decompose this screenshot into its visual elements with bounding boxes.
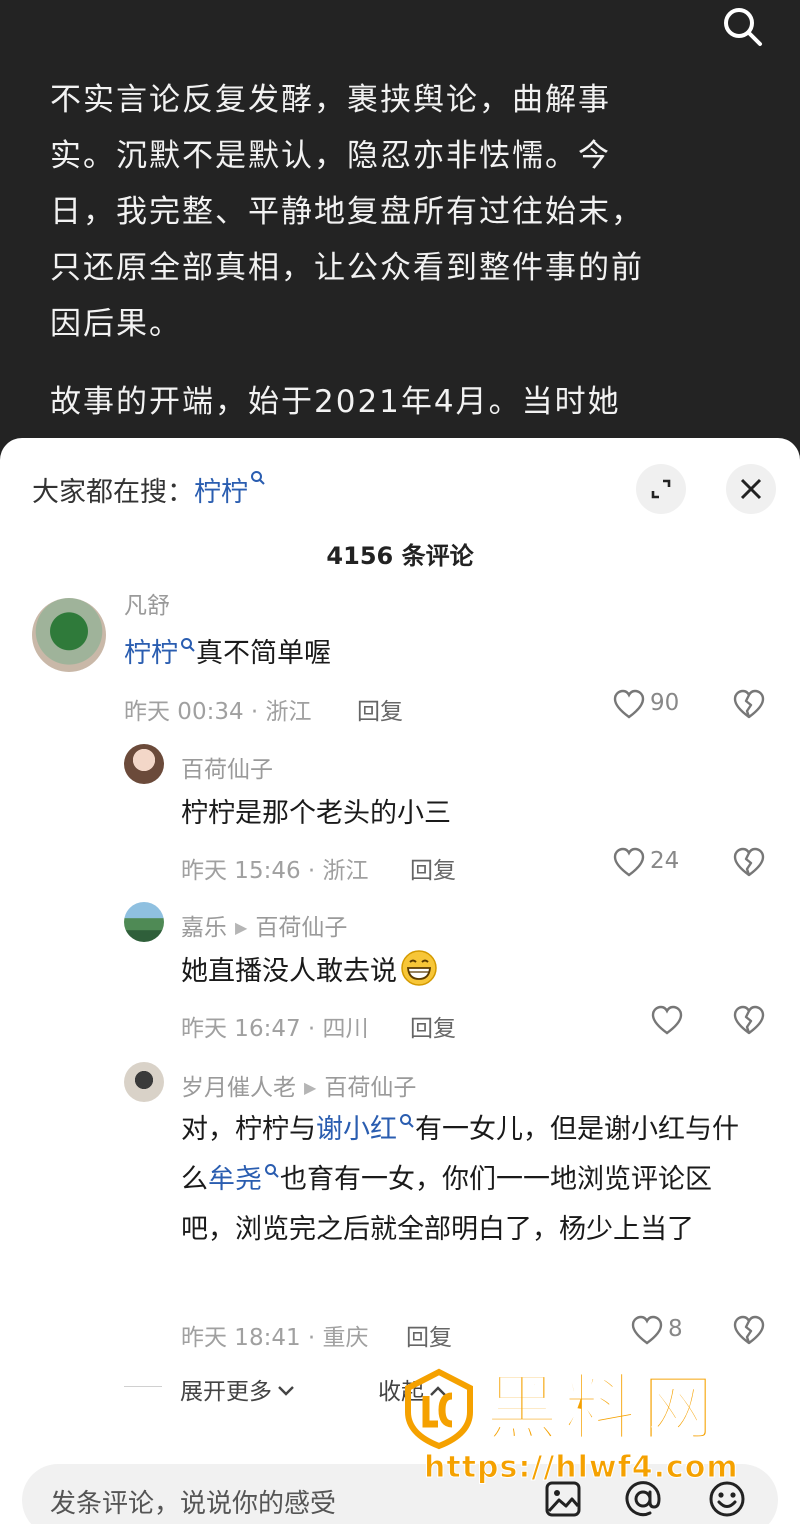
comment-text: 她直播没人敢去说 — [181, 947, 439, 997]
chevron-down-icon — [278, 1386, 294, 1396]
reply-button[interactable]: 回复 — [357, 692, 403, 726]
dislike-button[interactable] — [732, 1004, 766, 1038]
reply-arrow-icon: ▶ — [304, 1078, 317, 1097]
avatar[interactable] — [124, 744, 164, 784]
comment-keyword-link[interactable]: 柠柠 — [124, 638, 178, 669]
article-paragraph: 不实言论反复发酵，裹挟舆论，曲解事实。沉默不是默认，隐忍亦非怯懦。今日，我完整、… — [50, 82, 644, 342]
watermark-url: https://hlwf4.com — [424, 1450, 739, 1486]
reply-button[interactable]: 回复 — [410, 1009, 456, 1043]
comment-body: 她直播没人敢去说 — [181, 956, 397, 987]
comment-meta: 昨天 00:34 · 浙江 — [124, 699, 312, 725]
expand-icon — [651, 479, 671, 499]
search-link-icon — [265, 1164, 279, 1178]
close-button[interactable] — [726, 464, 776, 514]
avatar[interactable] — [32, 598, 106, 672]
like-count: 24 — [650, 848, 680, 874]
heart-icon — [613, 689, 645, 719]
sheet-header: 大家都在搜：柠柠 4156 条评论 — [0, 438, 800, 570]
comment-body-part: 对，柠柠与 — [181, 1114, 316, 1145]
broken-heart-icon — [733, 1315, 765, 1345]
comment-input-placeholder[interactable]: 发条评论，说说你的感受 — [50, 1483, 336, 1520]
comment-username[interactable]: 百荷仙子 — [181, 750, 273, 784]
comment-keyword-link[interactable]: 牟尧 — [208, 1164, 262, 1195]
like-button[interactable] — [650, 1004, 690, 1038]
page: 不实言论反复发酵，裹挟舆论，曲解事实。沉默不是默认，隐忍亦非怯懦。今日，我完整、… — [0, 0, 800, 1524]
reply-target[interactable]: 百荷仙子 — [255, 915, 347, 941]
article-area: 不实言论反复发酵，裹挟舆论，曲解事实。沉默不是默认，隐忍亦非怯懦。今日，我完整、… — [0, 0, 800, 470]
broken-heart-icon — [733, 847, 765, 877]
reply-author[interactable]: 岁月催人老 — [181, 1075, 296, 1101]
like-button[interactable]: 8 — [630, 1314, 690, 1348]
dislike-button[interactable] — [732, 1314, 766, 1348]
comment-keyword-link[interactable]: 谢小红 — [316, 1114, 397, 1145]
dislike-button[interactable] — [732, 846, 766, 880]
reply-item: 百荷仙子 柠柠是那个老头的小三 昨天 15:46 · 浙江 回复 24 — [0, 738, 800, 898]
avatar[interactable] — [124, 1062, 164, 1102]
broken-heart-icon — [733, 1005, 765, 1035]
dislike-button[interactable] — [732, 688, 766, 722]
reply-item: 岁月催人老 ▶ 百荷仙子 对，柠柠与谢小红 有一女儿，但是谢小红与什么牟尧 也育有一女，… — [0, 1056, 800, 1356]
comment-username[interactable]: 凡舒 — [124, 586, 170, 620]
comment-username: 嘉乐 ▶ 百荷仙子 — [181, 908, 347, 942]
expand-more-button[interactable]: 展开更多 — [180, 1372, 296, 1406]
search-link-icon — [400, 1114, 414, 1128]
expand-more-label: 展开更多 — [180, 1379, 272, 1405]
comment-meta: 昨天 18:41 · 重庆 — [181, 1325, 369, 1351]
comment-body: 真不简单喔 — [196, 638, 331, 669]
avatar[interactable] — [124, 902, 164, 942]
heart-icon — [613, 847, 645, 877]
hot-search[interactable]: 大家都在搜：柠柠 — [32, 470, 266, 509]
reply-button[interactable]: 回复 — [406, 1318, 452, 1352]
close-icon — [740, 478, 762, 500]
hot-search-prefix: 大家都在搜： — [32, 477, 194, 508]
comment-text: 对，柠柠与谢小红 有一女儿，但是谢小红与什么牟尧 也育有一女，你们一一地浏览评论区吧… — [181, 1105, 761, 1255]
comment-text: 柠柠 真不简单喔 — [124, 629, 331, 679]
expand-button[interactable] — [636, 464, 686, 514]
comment-username: 岁月催人老 ▶ 百荷仙子 — [181, 1068, 416, 1102]
like-button[interactable]: 24 — [612, 846, 692, 880]
article-paragraph: 故事的开端，始于2021年4月。当时她 — [50, 384, 621, 420]
like-button[interactable]: 90 — [612, 688, 692, 722]
reply-target[interactable]: 百荷仙子 — [324, 1075, 416, 1101]
watermark-title: 黑料网 — [485, 1365, 721, 1451]
reply-button[interactable]: 回复 — [410, 851, 456, 885]
like-count: 90 — [650, 690, 680, 716]
comment-count: 4156 条评论 — [326, 542, 474, 570]
grinning-emoji-icon — [401, 950, 437, 986]
comment-meta: 昨天 16:47 · 四川 — [181, 1016, 369, 1042]
divider — [124, 1386, 162, 1387]
reply-arrow-icon: ▶ — [235, 918, 248, 937]
comment-meta: 昨天 15:46 · 浙江 — [181, 858, 369, 884]
reply-author[interactable]: 嘉乐 — [181, 915, 227, 941]
watermark: 黑料网 https://hlwf4.com — [404, 1365, 784, 1496]
comment-item: 凡舒 柠柠 真不简单喔 昨天 00:34 · 浙江 回复 90 — [0, 588, 800, 738]
reply-item: 嘉乐 ▶ 百荷仙子 她直播没人敢去说 昨天 16:47 · 四川 回复 — [0, 898, 800, 1058]
search-link-icon — [251, 471, 265, 485]
comment-sheet: 大家都在搜：柠柠 4156 条评论 凡舒 柠柠 真不简单喔 昨天 00:34 ·… — [0, 438, 800, 1524]
search-button[interactable] — [720, 4, 766, 50]
broken-heart-icon — [733, 689, 765, 719]
article-body: 不实言论反复发酵，裹挟舆论，曲解事实。沉默不是默认，隐忍亦非怯懦。今日，我完整、… — [50, 72, 660, 452]
heart-icon — [631, 1315, 663, 1345]
search-link-icon — [181, 638, 195, 652]
heart-icon — [651, 1005, 683, 1035]
watermark-logo-icon — [405, 1368, 473, 1450]
search-icon — [724, 8, 762, 46]
hot-search-keyword[interactable]: 柠柠 — [194, 477, 248, 508]
comment-text: 柠柠是那个老头的小三 — [181, 798, 451, 829]
like-count: 8 — [668, 1316, 683, 1342]
